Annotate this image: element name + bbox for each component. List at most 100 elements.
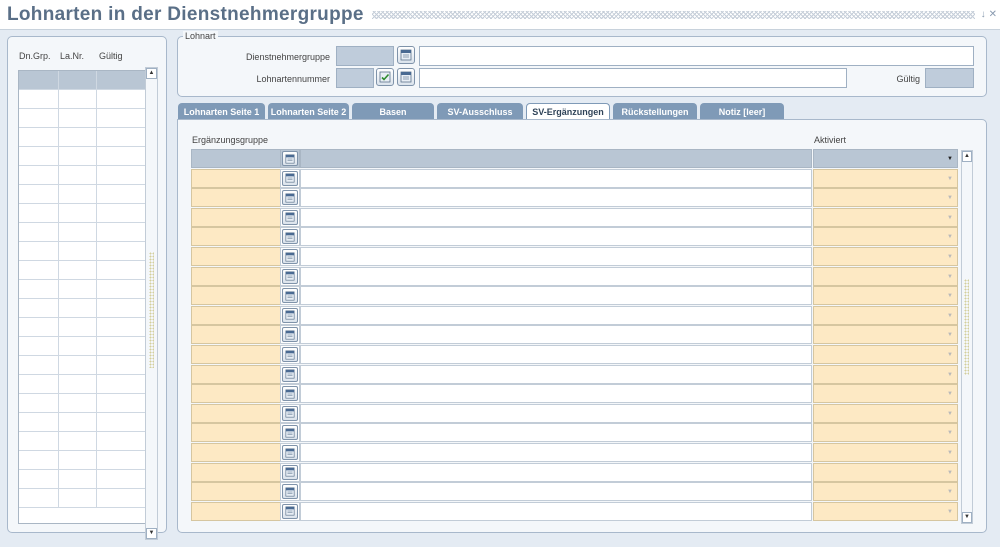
list-item[interactable] — [19, 71, 146, 90]
aktiviert-select[interactable]: ▼ — [813, 247, 958, 266]
tab-rueckstellungen[interactable]: Rückstellungen — [613, 103, 697, 120]
list-cell[interactable] — [19, 166, 59, 184]
dropdown-arrow-icon[interactable]: ▼ — [947, 215, 953, 221]
list-item[interactable] — [19, 166, 146, 185]
left-list-rows[interactable] — [18, 70, 147, 524]
list-cell[interactable] — [59, 166, 98, 184]
list-cell[interactable] — [97, 318, 146, 336]
dropdown-arrow-icon[interactable]: ▼ — [947, 430, 953, 436]
lohnartennummer-validate-button[interactable] — [376, 68, 394, 86]
list-cell[interactable] — [97, 356, 146, 374]
list-cell[interactable] — [59, 413, 98, 431]
ergaenzungsgruppe-code-cell[interactable] — [191, 227, 280, 247]
ergaenzungsgruppe-code-cell[interactable] — [191, 423, 280, 443]
ergaenzungsgruppe-text-cell[interactable] — [300, 227, 812, 247]
list-cell[interactable] — [59, 489, 98, 507]
ergaenzungsgruppe-text-cell[interactable] — [300, 443, 812, 462]
tab-lohnarten-seite-2[interactable]: Lohnarten Seite 2 — [268, 103, 349, 120]
tab-notiz[interactable]: Notiz [leer] — [700, 103, 784, 120]
list-cell[interactable] — [59, 375, 98, 393]
aktiviert-select[interactable]: ▼ — [813, 305, 958, 325]
aktiviert-select[interactable]: ▼ — [813, 403, 958, 423]
dropdown-arrow-icon[interactable]: ▼ — [947, 234, 953, 240]
list-cell[interactable] — [97, 109, 146, 127]
ergaenzungsgruppe-text-cell[interactable] — [300, 188, 812, 208]
list-item[interactable] — [19, 185, 146, 204]
tab-sv-ergaenzungen[interactable]: SV-Ergänzungen — [526, 103, 610, 120]
tab-sv-ausschluss[interactable]: SV-Ausschluss — [437, 103, 523, 120]
aktiviert-select[interactable]: ▼ — [813, 423, 958, 443]
ergaenzungsgruppe-text-cell[interactable] — [300, 149, 812, 168]
aktiviert-select[interactable]: ▼ — [813, 364, 958, 384]
left-scrollbar[interactable]: ▲ ▼ — [145, 67, 158, 540]
list-cell[interactable] — [97, 242, 146, 260]
grid-scrollbar[interactable]: ▲ ▼ — [961, 150, 973, 524]
list-cell[interactable] — [19, 489, 59, 507]
dropdown-arrow-icon[interactable]: ▼ — [947, 411, 953, 417]
list-item[interactable] — [19, 261, 146, 280]
aktiviert-select[interactable]: ▼ — [813, 286, 958, 306]
lohnartennummer-field[interactable] — [336, 68, 374, 88]
dropdown-arrow-icon[interactable]: ▼ — [947, 274, 953, 280]
list-cell[interactable] — [59, 432, 98, 450]
ergaenzungsgruppe-text-cell[interactable] — [300, 501, 812, 521]
list-cell[interactable] — [19, 280, 59, 298]
ergaenzungsgruppe-lov-button[interactable] — [282, 307, 298, 323]
list-cell[interactable] — [19, 413, 59, 431]
list-item[interactable] — [19, 432, 146, 451]
lohnartennummer-lov-button[interactable] — [397, 68, 415, 86]
lohnartennummer-name-field[interactable] — [419, 68, 847, 88]
ergaenzungsgruppe-text-cell[interactable] — [300, 482, 812, 502]
aktiviert-select[interactable]: ▼ — [813, 482, 958, 502]
minimize-icon[interactable]: ↓ — [981, 9, 986, 20]
list-cell[interactable] — [19, 432, 59, 450]
scroll-grip[interactable] — [964, 279, 969, 375]
scroll-down-icon[interactable]: ▼ — [962, 512, 972, 523]
scroll-up-icon[interactable]: ▲ — [962, 151, 972, 162]
dropdown-arrow-icon[interactable]: ▼ — [947, 313, 953, 319]
list-cell[interactable] — [97, 71, 146, 89]
list-cell[interactable] — [19, 204, 59, 222]
list-cell[interactable] — [19, 109, 59, 127]
ergaenzungsgruppe-lov-button[interactable] — [282, 425, 298, 441]
dropdown-arrow-icon[interactable]: ▼ — [947, 509, 953, 515]
ergaenzungsgruppe-code-cell[interactable] — [191, 325, 280, 345]
dropdown-arrow-icon[interactable]: ▼ — [947, 254, 953, 260]
dropdown-arrow-icon[interactable]: ▼ — [947, 332, 953, 338]
list-cell[interactable] — [59, 299, 98, 317]
ergaenzungsgruppe-code-cell[interactable] — [191, 345, 280, 364]
dienstnehmergruppe-lov-button[interactable] — [397, 46, 415, 64]
tab-lohnarten-seite-1[interactable]: Lohnarten Seite 1 — [178, 103, 265, 120]
list-cell[interactable] — [19, 223, 59, 241]
table-row[interactable]: ▼ — [191, 443, 958, 462]
table-row[interactable]: ▼ — [191, 227, 958, 247]
list-item[interactable] — [19, 280, 146, 299]
ergaenzungsgruppe-text-cell[interactable] — [300, 305, 812, 325]
aktiviert-select[interactable]: ▼ — [813, 227, 958, 247]
table-row[interactable]: ▼ — [191, 149, 958, 168]
list-cell[interactable] — [97, 432, 146, 450]
list-item[interactable] — [19, 128, 146, 147]
list-cell[interactable] — [19, 299, 59, 317]
ergaenzungsgruppe-lov-button[interactable] — [282, 249, 298, 264]
list-cell[interactable] — [97, 280, 146, 298]
ergaenzungsgruppe-lov-button[interactable] — [282, 503, 298, 519]
scroll-up-icon[interactable]: ▲ — [146, 68, 157, 79]
table-row[interactable]: ▼ — [191, 325, 958, 345]
list-item[interactable] — [19, 337, 146, 356]
ergaenzungsgruppe-text-cell[interactable] — [300, 423, 812, 443]
list-cell[interactable] — [97, 470, 146, 488]
ergaenzungsgruppe-code-cell[interactable] — [191, 364, 280, 384]
ergaenzungsgruppe-code-cell[interactable] — [191, 286, 280, 306]
aktiviert-select[interactable]: ▼ — [813, 443, 958, 462]
list-cell[interactable] — [97, 128, 146, 146]
ergaenzungsgruppe-code-cell[interactable] — [191, 149, 280, 168]
list-cell[interactable] — [19, 185, 59, 203]
aktiviert-select[interactable]: ▼ — [813, 188, 958, 208]
dienstnehmergruppe-code-field[interactable] — [336, 46, 394, 66]
list-item[interactable] — [19, 413, 146, 432]
ergaenzungsgruppe-lov-button[interactable] — [282, 209, 298, 225]
ergaenzungsgruppe-text-cell[interactable] — [300, 345, 812, 364]
list-cell[interactable] — [19, 318, 59, 336]
list-cell[interactable] — [59, 280, 98, 298]
